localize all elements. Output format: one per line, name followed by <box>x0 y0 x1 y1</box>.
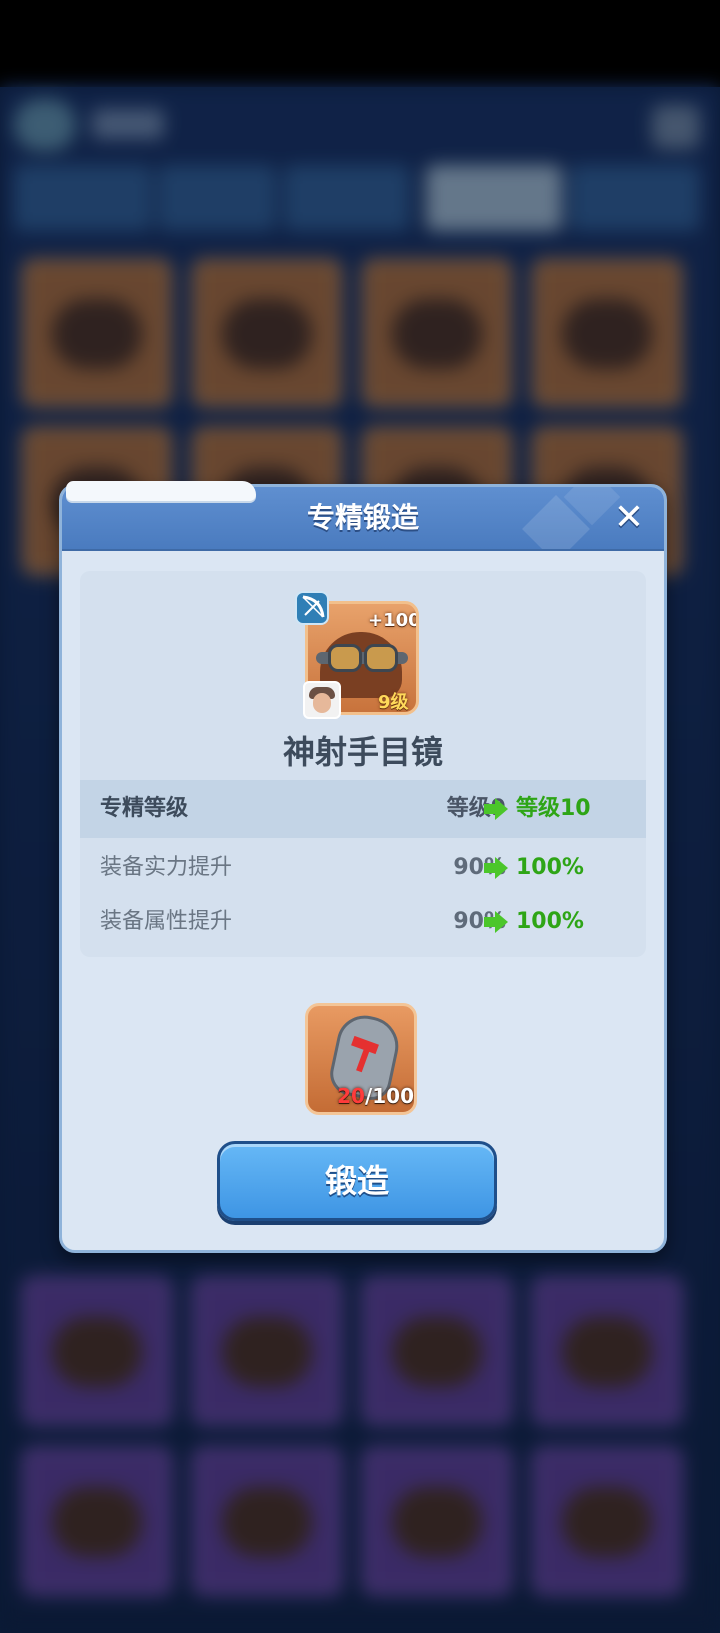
item-bonus: +100 <box>368 610 419 631</box>
stat-next: 100% <box>516 855 584 880</box>
status-bar <box>0 0 720 87</box>
material-count: 20/100 <box>308 1084 414 1108</box>
stat-next: 等级10 <box>516 796 591 821</box>
stat-row-attributes: 装备属性提升 90% 100% <box>80 893 646 951</box>
stat-row-power: 装备实力提升 90% 100% <box>80 839 646 897</box>
forge-button[interactable]: 锻造 <box>217 1141 497 1221</box>
stat-row-mastery-level: 专精等级 等级9 等级10 <box>80 780 646 838</box>
stat-next: 100% <box>516 909 584 934</box>
snow-decoration <box>66 481 256 501</box>
forge-button-label: 锻造 <box>324 1162 389 1200</box>
item-level: 9级 <box>378 692 409 713</box>
stat-label: 装备实力提升 <box>100 855 233 880</box>
bow-icon <box>295 591 329 625</box>
material-have: 20 <box>337 1084 365 1108</box>
arrow-right-icon <box>484 798 508 820</box>
stat-label: 专精等级 <box>100 796 189 821</box>
hero-portrait-icon <box>303 681 341 719</box>
forge-stone-icon[interactable]: 20/100 <box>305 1003 417 1115</box>
material-need: /100 <box>364 1084 414 1108</box>
stat-label: 装备属性提升 <box>100 909 233 934</box>
forge-dialog: 专精锻造 ✕ +100 9级 神射手目镜 专精等级 等级9 等级10 装备实力提… <box>59 481 667 1253</box>
close-button[interactable]: ✕ <box>610 499 648 537</box>
item-name: 神射手目镜 <box>282 733 443 771</box>
arrow-right-icon <box>484 911 508 933</box>
arrow-right-icon <box>484 857 508 879</box>
